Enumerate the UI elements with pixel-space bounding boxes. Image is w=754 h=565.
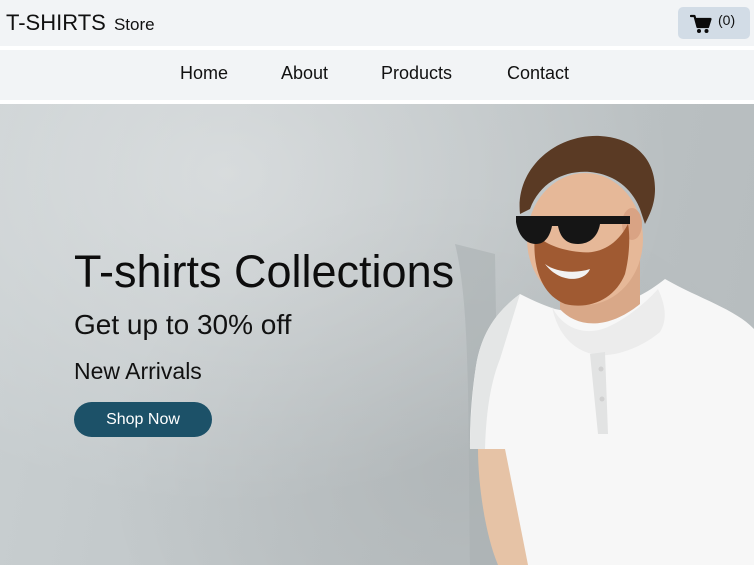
brand-suffix: Store <box>113 15 155 34</box>
hero-title: T-shirts Collections <box>74 246 455 297</box>
nav-contact[interactable]: Contact <box>507 63 569 84</box>
hero-tagline: New Arrivals <box>74 358 202 384</box>
shopping-cart-icon <box>690 14 712 33</box>
shop-now-button[interactable]: Shop Now <box>74 402 212 437</box>
brand-name: T-SHIRTS <box>6 10 106 35</box>
nav-about[interactable]: About <box>281 63 328 84</box>
top-bar: T-SHIRTS Store (0) <box>0 0 754 46</box>
cart-count: (0) <box>718 12 736 28</box>
nav-home[interactable]: Home <box>180 63 228 84</box>
nav-products[interactable]: Products <box>381 63 452 84</box>
hero-banner: T-shirts Collections Get up to 30% off N… <box>0 104 754 565</box>
main-nav: Home About Products Contact <box>0 50 754 100</box>
hero-discount-text: Get up to 30% off <box>74 309 292 340</box>
cart-button[interactable]: (0) <box>678 7 750 39</box>
store-logo[interactable]: T-SHIRTS Store <box>6 10 155 36</box>
